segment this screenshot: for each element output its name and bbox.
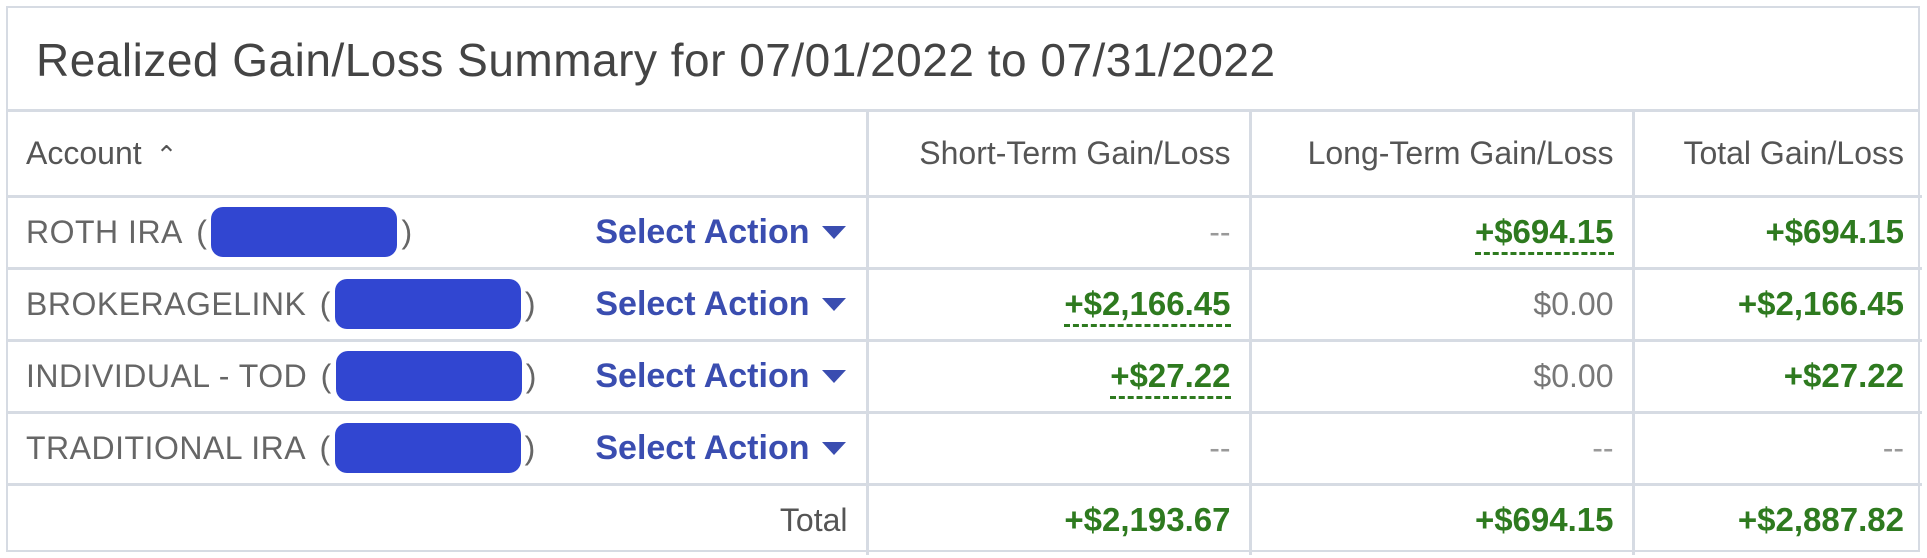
long-term-cell: $0.00	[1248, 340, 1633, 414]
account-label: ROTH IRA	[26, 213, 183, 250]
paren-open: (	[186, 213, 208, 250]
account-label: BROKERAGELINK	[26, 285, 307, 322]
table-header-row: Account ⌃ Short-Term Gain/Loss Long-Term …	[8, 112, 1922, 198]
long-term-cell: --	[1248, 412, 1633, 486]
short-term-cell: --	[865, 196, 1250, 270]
long-term-column-header: Long-Term Gain/Loss	[1248, 112, 1633, 198]
long-term-value: $0.00	[1533, 285, 1614, 322]
total-value: --	[1882, 429, 1904, 466]
page-title: Realized Gain/Loss Summary for 07/01/202…	[8, 8, 1918, 112]
account-label: INDIVIDUAL - TOD	[26, 357, 308, 394]
select-action-dropdown[interactable]: Select Action	[595, 285, 847, 324]
select-action-dropdown[interactable]: Select Action	[595, 213, 847, 252]
long-term-cell: +$694.15	[1248, 196, 1633, 270]
account-cell: INDIVIDUAL - TOD () Select Action	[8, 340, 867, 414]
long-term-value: $0.00	[1533, 357, 1614, 394]
short-term-cell: +$27.22	[865, 340, 1250, 414]
table-row: TRADITIONAL IRA () Select Action -- -- -…	[8, 412, 1922, 486]
table-row: INDIVIDUAL - TOD () Select Action +$27.2…	[8, 340, 1922, 414]
redacted-account-number	[334, 279, 521, 329]
select-action-label: Select Action	[595, 356, 810, 395]
short-term-total-cell: +$2,193.67	[865, 484, 1250, 555]
total-cell: --	[1631, 412, 1922, 486]
short-term-cell: +$2,166.45	[865, 268, 1250, 342]
grand-total-cell: +$2,887.82	[1631, 484, 1922, 555]
caret-down-icon	[821, 225, 846, 239]
long-term-cell: $0.00	[1248, 268, 1633, 342]
account-cell: TRADITIONAL IRA () Select Action	[8, 412, 867, 486]
short-term-column-header: Short-Term Gain/Loss	[865, 112, 1250, 198]
paren-open: (	[311, 357, 332, 394]
short-term-gain-link[interactable]: +$2,166.45	[1064, 285, 1231, 327]
chevron-up-icon[interactable]: ⌃	[156, 140, 178, 171]
account-cell: BROKERAGELINK () Select Action	[8, 268, 867, 342]
caret-down-icon	[821, 297, 846, 311]
gain-loss-summary-panel: Realized Gain/Loss Summary for 07/01/202…	[6, 6, 1922, 555]
select-action-label: Select Action	[595, 428, 810, 467]
account-name: TRADITIONAL IRA ()	[26, 423, 540, 473]
total-cell: +$27.22	[1631, 340, 1922, 414]
account-label: TRADITIONAL IRA	[26, 429, 307, 466]
select-action-label: Select Action	[595, 212, 810, 251]
long-term-gain-link[interactable]: +$694.15	[1474, 213, 1614, 255]
short-term-value: --	[1209, 429, 1231, 466]
account-name: ROTH IRA ()	[26, 207, 417, 257]
paren-open: (	[310, 429, 331, 466]
caret-down-icon	[821, 441, 846, 455]
select-action-label: Select Action	[595, 284, 810, 323]
short-term-cell: --	[865, 412, 1250, 486]
total-value: +$27.22	[1783, 357, 1904, 394]
total-value: +$694.15	[1765, 213, 1904, 250]
long-term-value: --	[1592, 429, 1614, 466]
paren-close: )	[524, 429, 536, 466]
redacted-account-number	[334, 423, 521, 473]
total-cell: +$2,166.45	[1631, 268, 1922, 342]
short-term-value: --	[1209, 213, 1231, 250]
short-term-gain-link[interactable]: +$27.22	[1110, 357, 1231, 399]
account-header-label: Account	[26, 134, 142, 171]
redacted-account-number	[335, 351, 522, 401]
table-row: ROTH IRA () Select Action -- +$694.15 +$…	[8, 196, 1922, 270]
short-term-total: +$2,193.67	[1064, 501, 1231, 539]
redacted-account-number	[211, 207, 398, 257]
paren-close: )	[524, 285, 537, 322]
paren-close: )	[525, 357, 537, 394]
select-action-dropdown[interactable]: Select Action	[595, 429, 847, 468]
account-cell: ROTH IRA () Select Action	[8, 196, 867, 270]
table-row: BROKERAGELINK () Select Action +$2,166.4…	[8, 268, 1922, 342]
account-name: INDIVIDUAL - TOD ()	[26, 351, 541, 401]
total-cell: +$694.15	[1631, 196, 1922, 270]
total-column-header: Total Gain/Loss	[1631, 112, 1922, 198]
totals-label: Total	[779, 501, 848, 538]
long-term-total-cell: +$694.15	[1248, 484, 1633, 555]
account-name: BROKERAGELINK ()	[26, 279, 540, 329]
paren-open: (	[310, 285, 331, 322]
gain-loss-table: Account ⌃ Short-Term Gain/Loss Long-Term …	[8, 112, 1922, 555]
totals-row: Total +$2,193.67 +$694.15 +$2,887.82	[8, 484, 1922, 555]
select-action-dropdown[interactable]: Select Action	[595, 357, 847, 396]
grand-total: +$2,887.82	[1737, 501, 1904, 539]
caret-down-icon	[821, 369, 846, 383]
long-term-total: +$694.15	[1474, 501, 1614, 539]
total-value: +$2,166.45	[1737, 285, 1904, 322]
paren-close: )	[401, 213, 413, 250]
account-column-header[interactable]: Account ⌃	[8, 112, 867, 198]
